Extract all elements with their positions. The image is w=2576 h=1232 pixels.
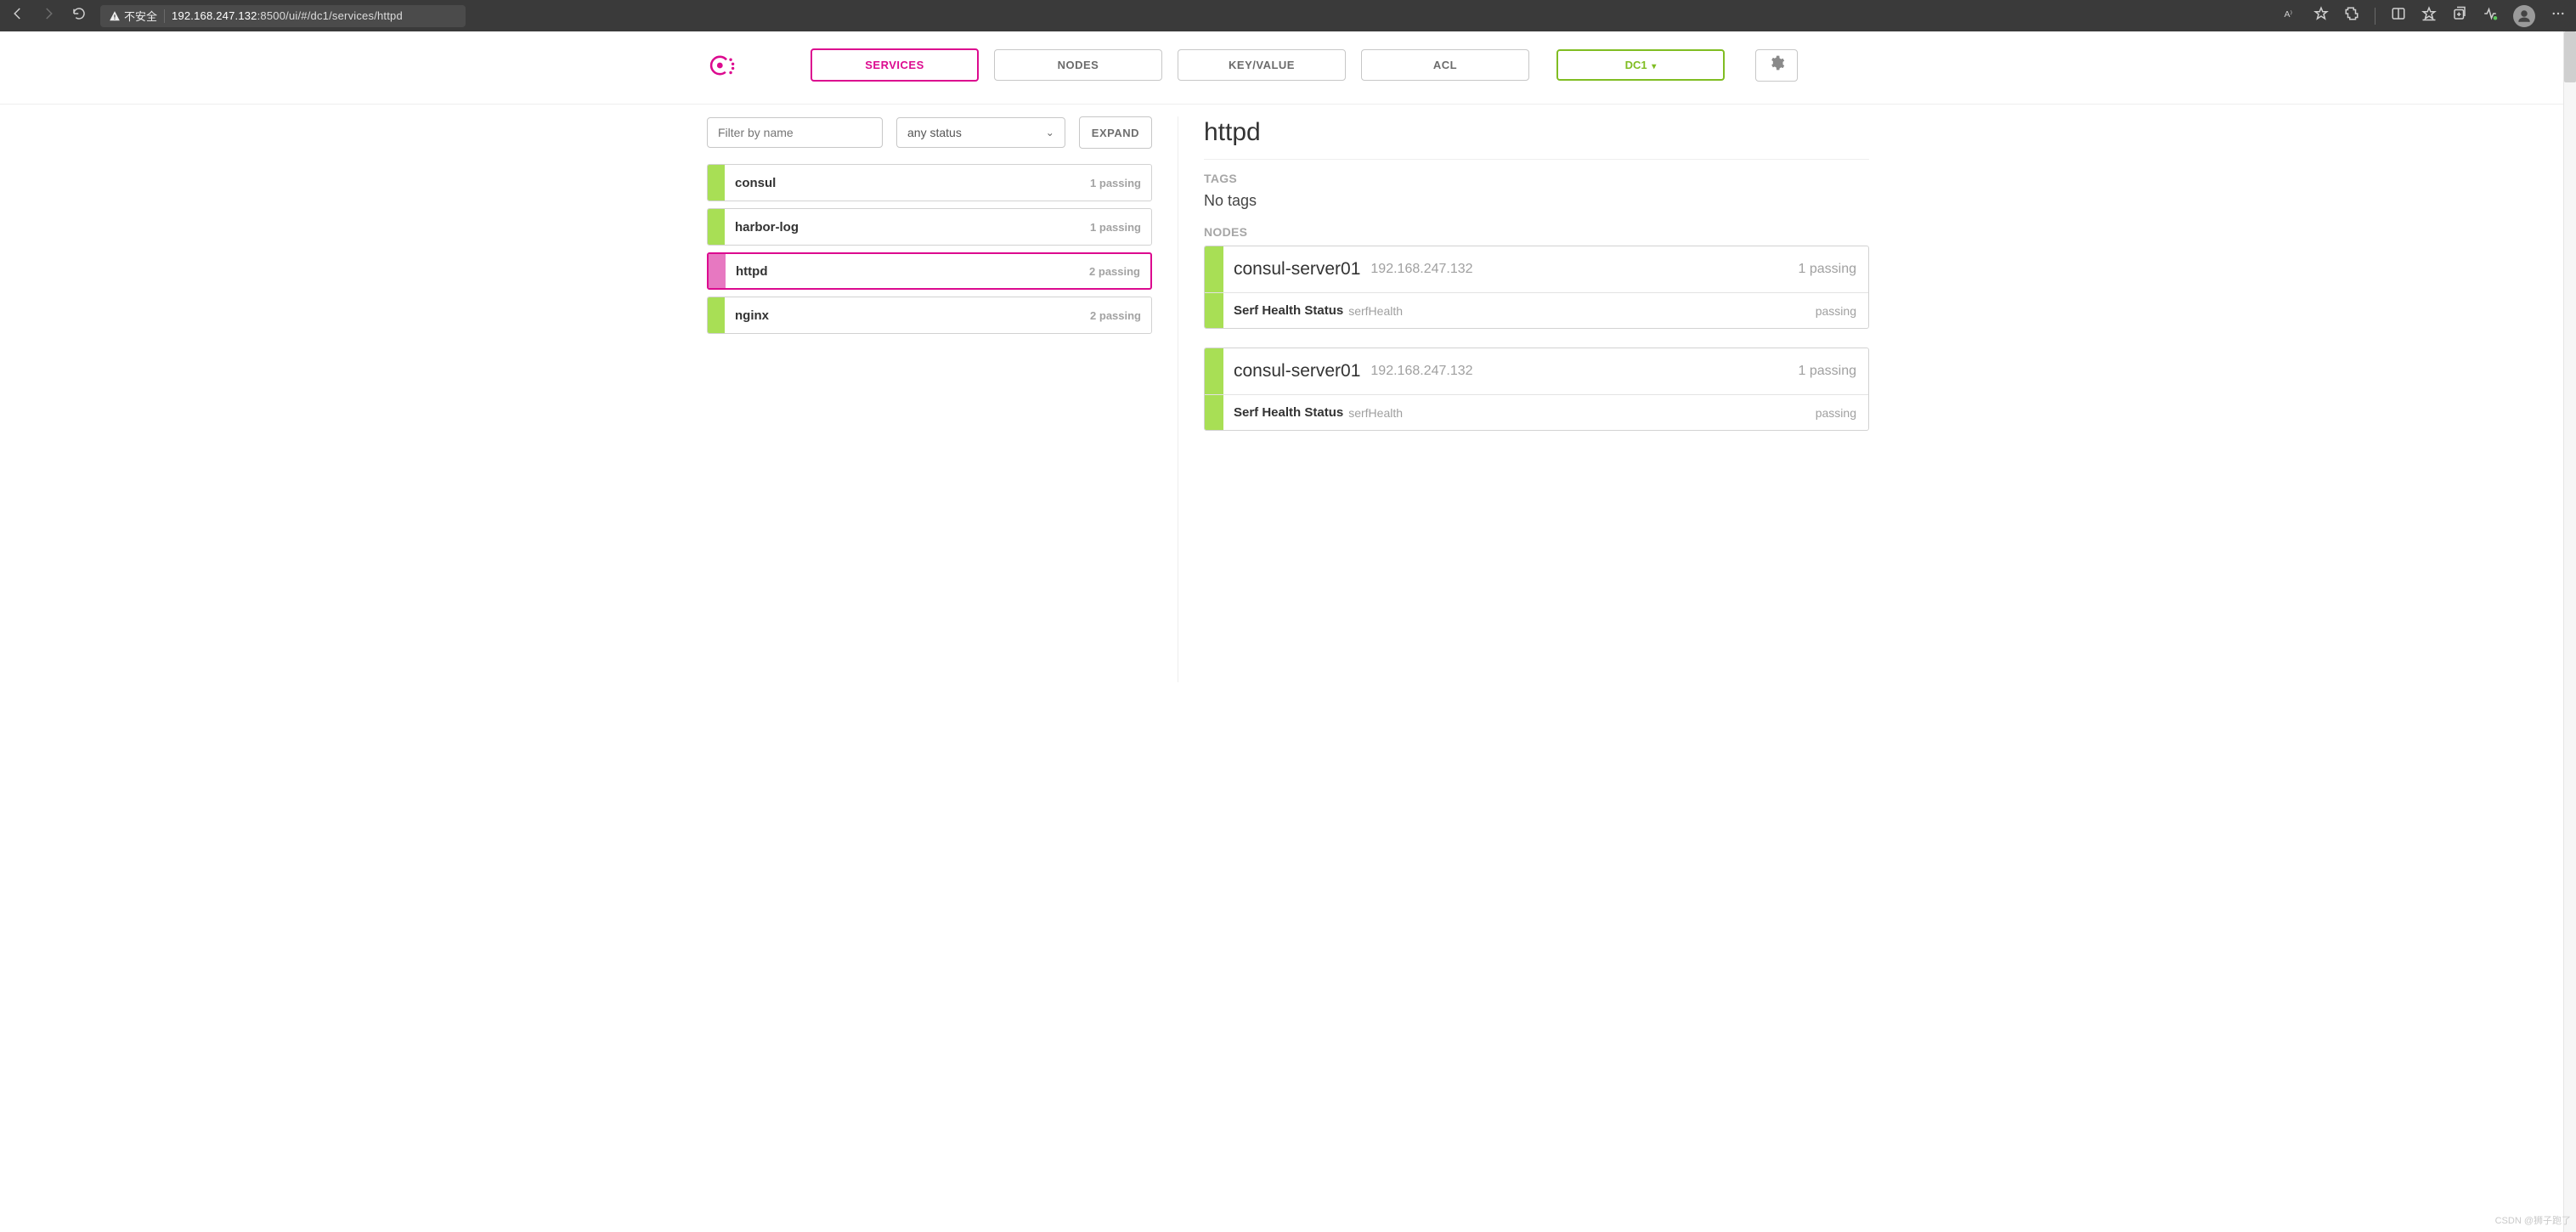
- extensions-icon[interactable]: [2344, 6, 2359, 25]
- status-bar: [708, 165, 725, 201]
- status-bar: [708, 209, 725, 245]
- split-screen-icon[interactable]: [2391, 6, 2406, 25]
- service-name: httpd: [736, 264, 767, 279]
- check-status: passing: [1816, 406, 1856, 420]
- node-ip: 192.168.247.132: [1370, 262, 1472, 277]
- settings-button[interactable]: [1755, 49, 1798, 82]
- service-item-harbor-log[interactable]: harbor-log 1 passing: [707, 208, 1152, 246]
- chevron-down-icon: ⌄: [1046, 127, 1054, 138]
- nav-services[interactable]: SERVICES: [811, 48, 979, 82]
- service-name: consul: [735, 176, 776, 190]
- status-bar: [1205, 246, 1223, 292]
- consul-logo-icon[interactable]: [707, 51, 736, 80]
- refresh-icon[interactable]: [71, 6, 87, 25]
- service-name: nginx: [735, 308, 769, 323]
- datacenter-dropdown[interactable]: DC1 ▾: [1556, 49, 1725, 81]
- check-name: Serf Health Status: [1234, 303, 1343, 318]
- nav-keyvalue[interactable]: KEY/VALUE: [1178, 49, 1346, 81]
- nodes-label: NODES: [1204, 225, 1869, 239]
- node-passing: 1 passing: [1799, 364, 1857, 379]
- main-nav: SERVICES NODES KEY/VALUE ACL DC1 ▾: [693, 31, 1883, 104]
- node-card[interactable]: consul-server01 192.168.247.132 1 passin…: [1204, 348, 1869, 431]
- address-separator: [164, 9, 165, 23]
- svg-text:A⁾: A⁾: [2285, 9, 2293, 20]
- service-count: 1 passing: [1090, 177, 1141, 189]
- read-aloud-icon[interactable]: A⁾: [2283, 6, 2298, 25]
- service-name: harbor-log: [735, 220, 799, 235]
- scrollbar-thumb[interactable]: [2564, 31, 2576, 82]
- address-bar[interactable]: 不安全 192.168.247.132:8500/ui/#/dc1/servic…: [100, 5, 466, 27]
- status-bar: [1205, 348, 1223, 394]
- node-ip: 192.168.247.132: [1370, 364, 1472, 379]
- node-card[interactable]: consul-server01 192.168.247.132 1 passin…: [1204, 246, 1869, 329]
- watermark: CSDN @狮子跑了: [2495, 1213, 2571, 1227]
- service-item-nginx[interactable]: nginx 2 passing: [707, 297, 1152, 334]
- status-bar: [1205, 395, 1223, 430]
- service-count: 1 passing: [1090, 221, 1141, 234]
- node-name: consul-server01: [1234, 361, 1360, 381]
- back-icon[interactable]: [10, 6, 25, 25]
- service-item-httpd[interactable]: httpd 2 passing: [707, 252, 1152, 290]
- no-tags-text: No tags: [1204, 192, 1869, 210]
- collections-icon[interactable]: [2452, 6, 2467, 25]
- performance-icon[interactable]: [2483, 6, 2498, 25]
- browser-toolbar: 不安全 192.168.247.132:8500/ui/#/dc1/servic…: [0, 0, 2576, 31]
- gear-icon: [1768, 54, 1785, 76]
- status-select-label: any status: [907, 126, 962, 139]
- favorites-icon[interactable]: [2421, 6, 2437, 25]
- profile-avatar[interactable]: [2513, 5, 2535, 27]
- tags-label: TAGS: [1204, 172, 1869, 185]
- status-bar: [709, 254, 726, 288]
- chevron-down-icon: ▾: [1652, 62, 1656, 71]
- insecure-warning: 不安全: [109, 8, 157, 24]
- node-name: consul-server01: [1234, 259, 1360, 280]
- more-icon[interactable]: [2551, 6, 2566, 25]
- url-text: 192.168.247.132:8500/ui/#/dc1/services/h…: [172, 9, 403, 22]
- service-list: consul 1 passing harbor-log 1 passing ht…: [707, 164, 1152, 334]
- status-bar: [1205, 293, 1223, 328]
- check-id: serfHealth: [1348, 304, 1403, 318]
- divider: [1204, 159, 1869, 160]
- forward-icon: [41, 6, 56, 25]
- check-name: Serf Health Status: [1234, 405, 1343, 420]
- datacenter-label: DC1: [1625, 59, 1647, 71]
- service-item-consul[interactable]: consul 1 passing: [707, 164, 1152, 201]
- status-bar: [708, 297, 725, 333]
- scrollbar-track[interactable]: [2563, 31, 2576, 1232]
- nav-nodes[interactable]: NODES: [994, 49, 1162, 81]
- status-select[interactable]: any status ⌄: [896, 117, 1065, 148]
- check-id: serfHealth: [1348, 406, 1403, 420]
- service-count: 2 passing: [1090, 309, 1141, 322]
- star-icon[interactable]: [2313, 6, 2329, 25]
- node-passing: 1 passing: [1799, 262, 1857, 277]
- insecure-label: 不安全: [124, 8, 157, 24]
- check-status: passing: [1816, 304, 1856, 318]
- filter-input[interactable]: [707, 117, 883, 148]
- service-title: httpd: [1204, 118, 1869, 147]
- service-count: 2 passing: [1089, 265, 1140, 278]
- expand-button[interactable]: EXPAND: [1079, 116, 1152, 149]
- nav-acl[interactable]: ACL: [1361, 49, 1529, 81]
